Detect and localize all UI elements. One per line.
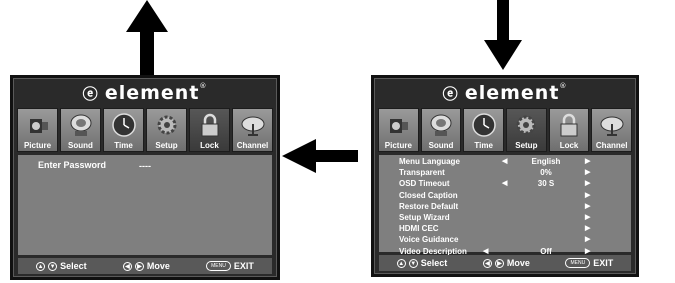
menu-tab-bar: Picture Sound Time Setup Lock Channel [378,108,633,152]
lock-menu-screen: ⓔ element® Picture Sound Time Setup Lock… [10,75,280,280]
right-arrow-icon: ▶ [585,191,591,199]
padlock-icon [201,113,218,137]
left-button-icon: ◀ [482,258,492,268]
right-arrow-icon: ▶ [585,236,591,244]
down-button-icon: ▼ [48,261,58,271]
left-arrow-icon: ◀ [483,247,489,255]
up-button-icon: ▲ [36,261,46,271]
tab-time[interactable]: Time [463,108,505,152]
right-arrow-icon: ▶ [585,158,591,165]
clock-icon [111,113,136,137]
satellite-dish-icon [241,116,264,136]
tab-lock[interactable]: Lock [189,108,230,152]
left-arrow-icon: ◀ [502,158,508,165]
down-button-icon: ▼ [408,258,418,268]
exit-hint: MENU EXIT [206,261,254,271]
tab-channel[interactable]: Channel [232,108,273,152]
menu-button-icon: MENU [206,261,231,271]
menu-item-restore-default[interactable]: Restore Default ▶ [379,202,631,213]
menu-button-icon: MENU [565,258,591,268]
right-arrow-icon: ▶ [585,213,591,221]
down-arrow-icon [484,0,522,70]
right-arrow-icon: ▶ [585,225,591,233]
right-button-icon: ▶ [494,258,504,268]
left-arrow-icon [282,139,358,173]
camcorder-icon [29,119,48,133]
speaker-icon [430,114,452,136]
select-hint: ▲ ▼ Select [36,261,87,271]
lock-content-area: Enter Password ---- [18,155,272,255]
right-arrow-icon: ▶ [585,169,591,177]
logo-e-icon: ⓔ [82,85,105,103]
tab-setup[interactable]: Setup [506,108,547,152]
menu-item-menu-language[interactable]: Menu Language ◀ English ▶ [379,157,631,168]
move-hint: ◀ ▶ Move [482,258,530,268]
tab-picture[interactable]: Picture [378,108,419,152]
brand-logo: ⓔ element® [442,82,568,104]
left-button-icon: ◀ [122,261,132,271]
password-field[interactable]: ---- [139,161,151,171]
up-arrow-icon [126,0,168,76]
tab-time[interactable]: Time [103,108,144,152]
right-arrow-icon: ▶ [585,247,591,255]
tab-picture[interactable]: Picture [17,108,58,152]
right-arrow-icon: ▶ [585,180,591,188]
menu-item-closed-caption[interactable]: Closed Caption ▶ [379,191,631,202]
satellite-dish-icon [600,116,624,136]
gear-icon [516,115,536,135]
brand-logo: ⓔ element® [82,82,208,104]
tab-channel[interactable]: Channel [591,108,633,152]
menu-item-voice-guidance[interactable]: Voice Guidance ▶ [379,235,631,246]
left-arrow-icon: ◀ [502,180,508,188]
setup-menu-screen: ⓔ element® Picture Sound Time Setup Lock… [371,75,639,277]
logo-e-icon: ⓔ [442,85,465,103]
select-hint: ▲ ▼ Select [396,258,448,268]
gear-icon [157,115,176,135]
menu-item-setup-wizard[interactable]: Setup Wizard ▶ [379,213,631,224]
move-hint: ◀ ▶ Move [122,261,170,271]
menu-item-osd-timeout[interactable]: OSD Timeout ◀ 30 S ▶ [379,179,631,190]
tab-sound[interactable]: Sound [60,108,101,152]
menu-tab-bar: Picture Sound Time Setup Lock Channel [17,108,273,152]
footer-hints: ▲ ▼ Select ◀ ▶ Move MENU EXIT [18,258,272,274]
tab-lock[interactable]: Lock [548,108,590,152]
tab-sound[interactable]: Sound [420,108,462,152]
speaker-icon [70,114,91,136]
footer-hints: ▲ ▼ Select ◀ ▶ Move MENU EXIT [379,255,631,271]
up-button-icon: ▲ [396,258,406,268]
menu-item-hdmi-cec[interactable]: HDMI CEC ▶ [379,224,631,235]
right-arrow-icon: ▶ [585,202,591,210]
padlock-icon [560,113,578,137]
enter-password-label: Enter Password [38,160,107,170]
menu-item-transparent[interactable]: Transparent 0% ▶ [379,168,631,179]
exit-hint: MENU EXIT [565,258,613,268]
right-button-icon: ▶ [134,261,144,271]
clock-icon [471,113,496,137]
setup-menu-list: Menu Language ◀ English ▶ Transparent 0%… [379,157,631,258]
setup-content-area: Menu Language ◀ English ▶ Transparent 0%… [379,155,631,256]
camcorder-icon [390,119,409,133]
tab-setup[interactable]: Setup [146,108,187,152]
